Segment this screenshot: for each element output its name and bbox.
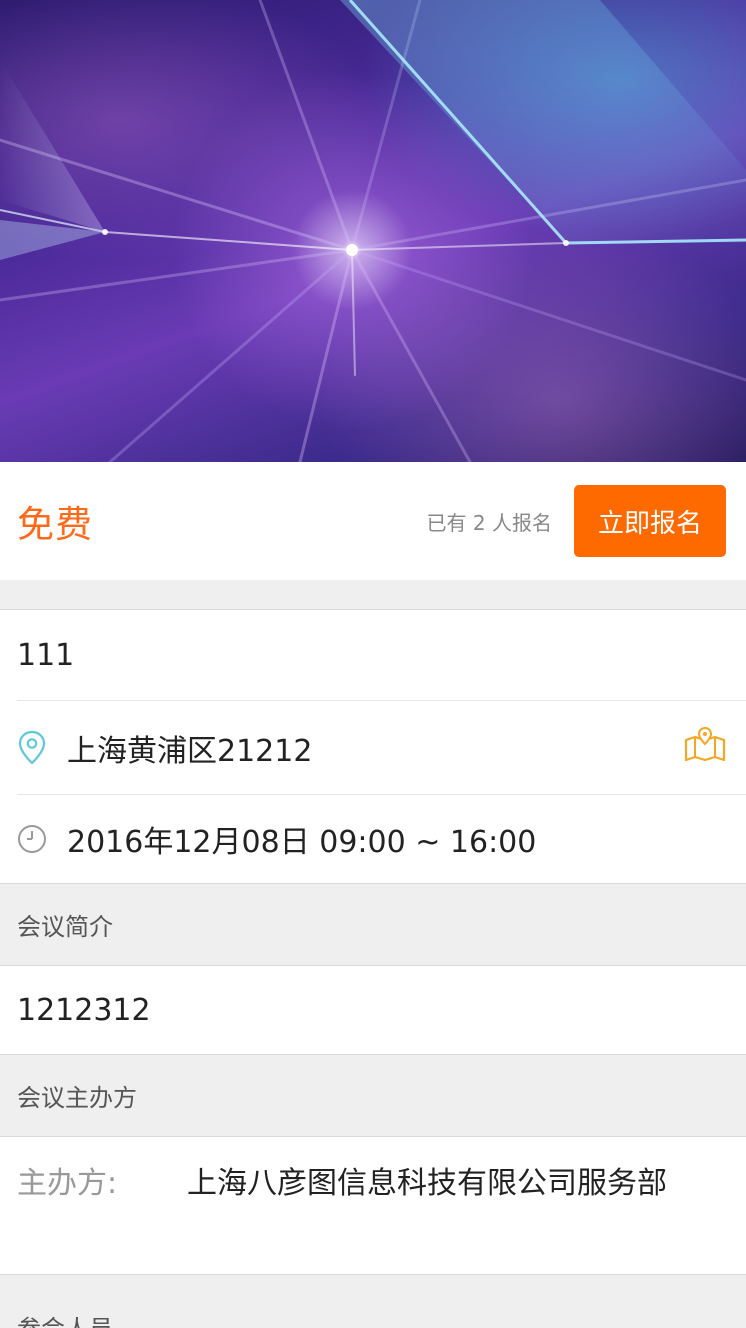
laser-light-graphic xyxy=(0,0,746,462)
organizer-section-body: 主办方: 上海八彦图信息科技有限公司服务部 xyxy=(0,1137,746,1275)
registration-bar: 免费 已有 2 人报名 立即报名 xyxy=(0,462,746,580)
intro-section-body: 1212312 xyxy=(0,966,746,1055)
clock-icon xyxy=(17,824,67,854)
event-time: 2016年12月08日 09:00 ~ 16:00 xyxy=(67,825,537,860)
intro-text: 1212312 xyxy=(17,992,151,1028)
event-location-row[interactable]: 上海黄浦区21212 xyxy=(0,701,746,794)
intro-section-header: 会议简介 xyxy=(0,884,746,966)
attendees-section-header: 参会人员 xyxy=(0,1275,746,1328)
organizer-section-header: 会议主办方 xyxy=(0,1055,746,1137)
section-gap xyxy=(0,580,746,610)
register-now-button[interactable]: 立即报名 xyxy=(574,485,726,557)
organizer-label: 主办方: xyxy=(17,1166,118,1201)
map-icon[interactable] xyxy=(684,726,726,770)
location-pin-icon xyxy=(17,730,67,766)
registered-count: 已有 2 人报名 xyxy=(426,510,552,535)
organizer-value: 上海八彦图信息科技有限公司服务部 xyxy=(187,1166,667,1201)
event-location: 上海黄浦区21212 xyxy=(67,733,313,769)
event-info-block: 111 上海黄浦区21212 2016年12月08日 09:00 ~ 16:00 xyxy=(0,610,746,884)
event-price: 免费 xyxy=(17,503,93,546)
event-time-row: 2016年12月08日 09:00 ~ 16:00 xyxy=(0,795,746,883)
event-title: 111 xyxy=(17,637,75,673)
event-banner-image xyxy=(0,0,746,462)
event-title-row: 111 xyxy=(0,610,746,700)
